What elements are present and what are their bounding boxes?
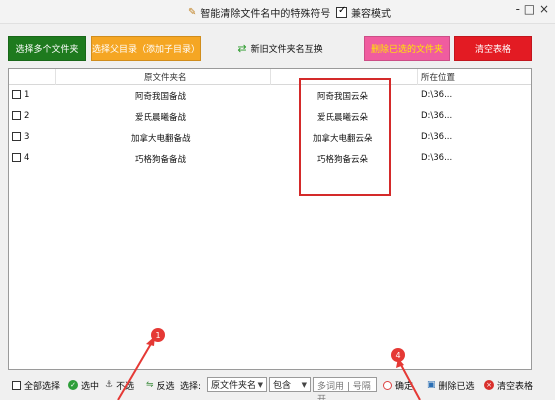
header-original-name: 原文件夹名 — [144, 73, 187, 83]
invert-button[interactable]: ⇋ 反选 — [146, 378, 175, 392]
chevron-down-icon: ▼ — [301, 380, 307, 389]
row-index: 2 — [24, 111, 30, 121]
check-icon: ✓ — [68, 380, 78, 390]
confirm-button[interactable]: 确定 — [383, 378, 413, 392]
toolbar: 选择多个文件夹 选择父目录（添加子目录） ⇄ 新旧文件夹名互换 删除已选的文件夹… — [0, 24, 555, 68]
delete-selected-button[interactable]: 删除已选的文件夹 — [364, 36, 450, 61]
uncheck-button[interactable]: ⚓ 不选 — [105, 378, 134, 392]
column-divider — [270, 69, 271, 85]
table-row[interactable]: 3 加拿大电翻备战 加拿大电翻云朵 D:\36... — [9, 127, 531, 148]
select-folders-button[interactable]: 选择多个文件夹 — [8, 36, 86, 61]
chevron-down-icon: ▼ — [257, 380, 263, 389]
circle-icon — [383, 380, 392, 390]
row-index: 3 — [24, 132, 30, 142]
location-cell: D:\36... — [421, 132, 453, 142]
anchor-icon: ⚓ — [105, 380, 114, 390]
location-cell: D:\36... — [421, 90, 453, 100]
swap-icon: ⇄ — [237, 42, 247, 55]
row-checkbox[interactable] — [12, 90, 21, 99]
annotation-badge-4: 4 — [391, 348, 405, 362]
row-checkbox[interactable] — [12, 111, 21, 120]
table-row[interactable]: 4 巧格狗备备战 巧格狗备云朵 D:\36... — [9, 148, 531, 169]
filter-label: 选择: — [180, 381, 202, 392]
wand-icon: ✎ — [188, 7, 197, 18]
table-row[interactable]: 2 爱氏晨曦备战 爱氏晨曦云朵 D:\36... — [9, 106, 531, 127]
checkbox-icon — [336, 5, 347, 18]
filter-op-select[interactable]: 包含 ▼ — [269, 377, 311, 392]
location-cell: D:\36... — [421, 153, 453, 163]
column-divider — [417, 69, 418, 85]
column-divider — [55, 69, 56, 85]
filter-keyword-input[interactable]: 多词用 | 号隔开 — [313, 377, 377, 400]
clear-table-bottom-button[interactable]: × 清空表格 — [484, 378, 533, 392]
title-bar: ✎ 智能清除文件名中的特殊符号 兼容模式 - □ × — [0, 0, 555, 24]
select-parent-button[interactable]: 选择父目录（添加子目录） — [91, 36, 201, 61]
row-checkbox[interactable] — [12, 153, 21, 162]
delete-checked-button[interactable]: ▣ 删除已选 — [427, 378, 475, 392]
checkbox-icon — [12, 380, 21, 390]
row-index: 4 — [24, 153, 30, 163]
annotation-badge-1: 1 — [151, 328, 165, 342]
table-row[interactable]: 1 阿奇我国备战 阿奇我国云朵 D:\36... — [9, 85, 531, 106]
new-name-highlight-box — [299, 78, 391, 196]
row-checkbox[interactable] — [12, 132, 21, 141]
original-name-cell: 爱氏晨曦备战 — [135, 113, 187, 123]
invert-icon: ⇋ — [146, 380, 154, 390]
clear-table-button[interactable]: 清空表格 — [454, 36, 532, 61]
original-name-cell: 加拿大电翻备战 — [131, 134, 191, 144]
filter-field-select[interactable]: 原文件夹名 ▼ — [207, 377, 267, 392]
header-location: 所在位置 — [421, 73, 456, 83]
swap-names-button[interactable]: ⇄ 新旧文件夹名互换 — [230, 36, 330, 61]
window-controls[interactable]: - □ × — [516, 2, 549, 16]
check-button[interactable]: ✓ 选中 — [68, 378, 99, 392]
table-header: 原文件夹名 所在位置 — [9, 69, 531, 85]
window-title: ✎ 智能清除文件名中的特殊符号 — [188, 7, 331, 20]
delete-icon: ▣ — [427, 380, 436, 390]
location-cell: D:\36... — [421, 111, 453, 121]
folder-table[interactable]: 原文件夹名 所在位置 1 阿奇我国备战 阿奇我国云朵 D:\36... 2 爱氏… — [8, 68, 532, 370]
close-icon: × — [484, 380, 494, 390]
select-all-checkbox[interactable]: 全部选择 — [12, 378, 60, 392]
original-name-cell: 阿奇我国备战 — [135, 92, 187, 102]
original-name-cell: 巧格狗备备战 — [135, 155, 187, 165]
row-index: 1 — [24, 90, 30, 100]
bottom-bar: 全部选择 ✓ 选中 ⚓ 不选 ⇋ 反选 选择: 原文件夹名 ▼ 包含 ▼ 多词用… — [0, 372, 555, 400]
compat-mode-checkbox[interactable]: 兼容模式 — [336, 5, 391, 20]
